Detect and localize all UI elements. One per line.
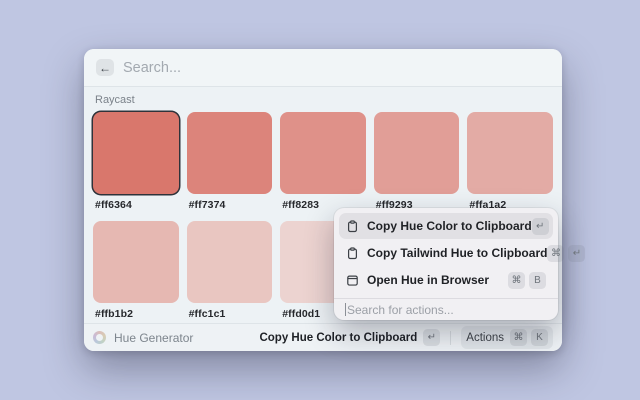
menu-item-label: Copy Hue Color to Clipboard	[367, 219, 532, 233]
extension-name: Hue Generator	[114, 331, 193, 345]
actions-button[interactable]: Actions ⌘ K	[461, 326, 553, 349]
swatch-hex-label: #ff6364	[95, 199, 179, 211]
swatch-cell[interactable]: #ffa1a2	[467, 112, 553, 211]
color-swatch[interactable]	[280, 112, 366, 194]
footer-divider	[450, 331, 451, 345]
menu-item-shortcut: ⌘ ↵	[547, 245, 585, 262]
color-swatch[interactable]	[93, 221, 179, 303]
color-swatch[interactable]	[467, 112, 553, 194]
raycast-window: ← Search... Raycast #ff6364 #ff7374 #ff8…	[84, 49, 562, 351]
menu-item-copy-hue-color[interactable]: Copy Hue Color to Clipboard ↵	[339, 213, 553, 239]
cmd-key-badge: ⌘	[547, 245, 564, 262]
actions-popup-items: Copy Hue Color to Clipboard ↵ Copy Tailw…	[334, 208, 558, 298]
menu-item-shortcut: ↵	[532, 218, 549, 235]
actions-label: Actions	[466, 332, 504, 344]
swatch-cell[interactable]: #ff6364	[93, 112, 179, 211]
actions-search-field[interactable]: Search for actions...	[334, 298, 558, 320]
section-label: Raycast	[95, 94, 553, 106]
color-swatch[interactable]	[187, 112, 273, 194]
color-swatch[interactable]	[187, 221, 273, 303]
status-bar: Hue Generator Copy Hue Color to Clipboar…	[84, 323, 562, 351]
search-bar: ← Search...	[84, 49, 562, 87]
menu-item-open-in-browser[interactable]: Open Hue in Browser ⌘ B	[339, 267, 553, 293]
swatch-cell[interactable]: #ffb1b2	[93, 221, 179, 320]
desktop: { "header": { "back_icon": "arrow-left",…	[0, 0, 640, 400]
browser-icon	[346, 274, 359, 287]
swatch-hex-label: #ff7374	[189, 199, 273, 211]
swatch-cell[interactable]: #ffc1c1	[187, 221, 273, 320]
return-key-badge: ↵	[532, 218, 549, 235]
swatch-cell[interactable]: #ff8283	[280, 112, 366, 211]
color-swatch[interactable]	[374, 112, 460, 194]
hue-generator-icon	[93, 331, 106, 344]
arrow-left-icon: ←	[99, 62, 111, 74]
search-input[interactable]: Search...	[123, 60, 181, 76]
swatch-hex-label: #ffb1b2	[95, 308, 179, 320]
return-key-badge: ↵	[423, 329, 440, 346]
back-button[interactable]: ←	[96, 59, 114, 76]
swatch-cell[interactable]: #ff9293	[374, 112, 460, 211]
clipboard-icon	[346, 220, 359, 233]
cmd-key-badge: ⌘	[510, 329, 527, 346]
menu-item-copy-tailwind-hue[interactable]: Copy Tailwind Hue to Clipboard ⌘ ↵	[339, 240, 553, 266]
swatch-hex-label: #ffc1c1	[189, 308, 273, 320]
color-swatch[interactable]	[93, 112, 179, 194]
menu-item-label: Copy Tailwind Hue to Clipboard	[367, 246, 547, 260]
cmd-key-badge: ⌘	[508, 272, 525, 289]
menu-item-label: Open Hue in Browser	[367, 273, 489, 287]
b-key-badge: B	[529, 272, 546, 289]
clipboard-icon	[346, 247, 359, 260]
actions-popup: Copy Hue Color to Clipboard ↵ Copy Tailw…	[334, 208, 558, 320]
primary-action-button[interactable]: Copy Hue Color to Clipboard	[259, 332, 417, 344]
menu-item-shortcut: ⌘ B	[508, 272, 546, 289]
actions-search-placeholder: Search for actions...	[347, 303, 454, 317]
text-cursor	[345, 303, 346, 316]
k-key-badge: K	[531, 329, 548, 346]
footer-actions: Copy Hue Color to Clipboard ↵ Actions ⌘ …	[259, 326, 553, 349]
swatch-cell[interactable]: #ff7374	[187, 112, 273, 211]
return-key-badge: ↵	[568, 245, 585, 262]
